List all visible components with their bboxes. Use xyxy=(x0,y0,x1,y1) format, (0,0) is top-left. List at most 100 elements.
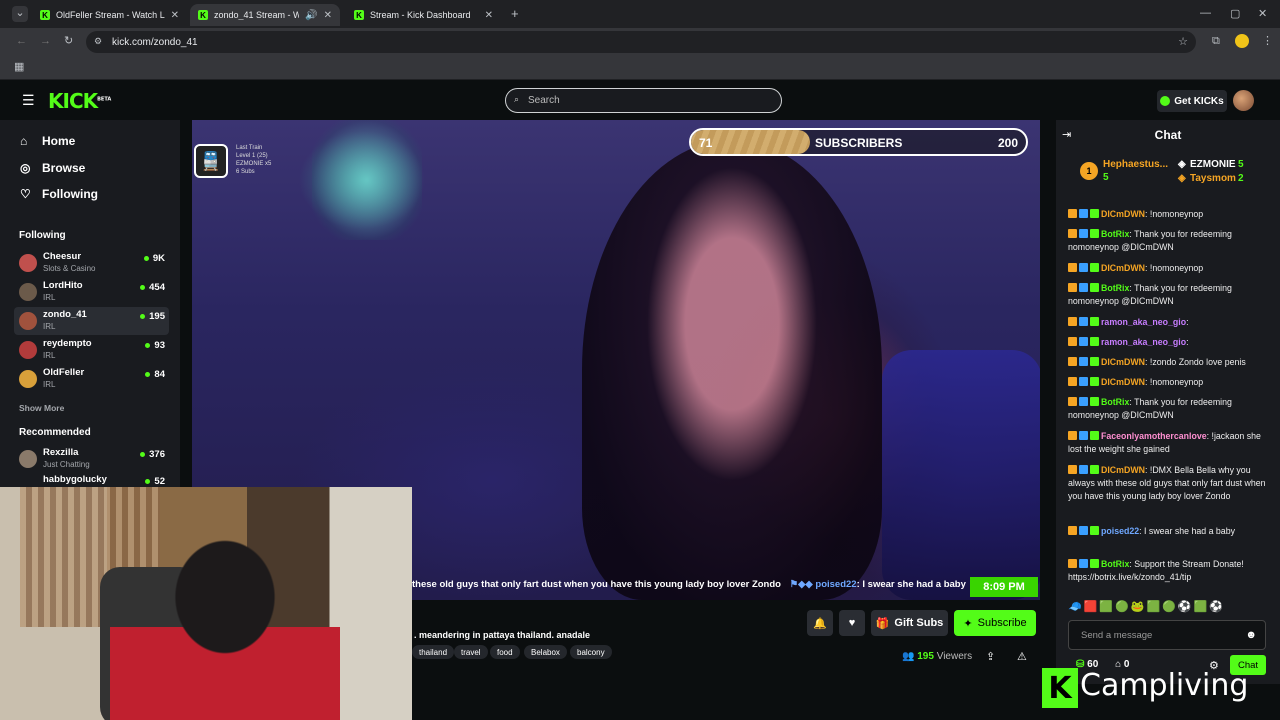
chat-badge-icon xyxy=(1090,377,1099,386)
ticker-badges-icon: ⚑◆◆ xyxy=(789,579,813,590)
subscribe-button[interactable]: ✦ Subscribe xyxy=(954,610,1036,636)
chat-username[interactable]: DICmDWN xyxy=(1101,209,1145,219)
forward-icon[interactable]: → xyxy=(40,35,51,47)
tab-search-icon[interactable]: ⌄ xyxy=(12,6,28,22)
viewer-count: 93 xyxy=(145,340,165,351)
search-input[interactable]: ⌕ Search xyxy=(505,88,782,113)
emote-icon[interactable]: 🟩 xyxy=(1099,601,1115,613)
sub-goal-target: 200 xyxy=(997,136,1018,150)
emote-icon[interactable]: ⚽ xyxy=(1209,601,1225,613)
gift-icon: ◈ xyxy=(1178,159,1186,170)
chat-text: : xyxy=(1186,337,1189,347)
heart-icon: ♡ xyxy=(20,187,31,201)
chat-username[interactable]: DICmDWN xyxy=(1101,357,1145,367)
notification-bell-button[interactable]: 🔔 xyxy=(807,610,833,636)
chat-username[interactable]: DICmDWN xyxy=(1101,263,1145,273)
get-kicks-button[interactable]: Get KICKs xyxy=(1157,90,1227,112)
site-info-icon[interactable]: ⚙ xyxy=(94,36,102,47)
hamburger-menu-icon[interactable]: ☰ xyxy=(22,92,35,109)
emote-icon[interactable]: 🟢 xyxy=(1162,601,1178,613)
profile-icon[interactable] xyxy=(1235,34,1249,48)
emote-icon[interactable]: ⚽ xyxy=(1178,601,1194,613)
chat-username[interactable]: Faceonlyamothercanlove xyxy=(1101,431,1207,441)
chat-badge-icon xyxy=(1068,431,1077,440)
share-icon[interactable]: ⇪ xyxy=(986,650,995,663)
apps-grid-icon[interactable]: ▦ xyxy=(14,60,24,73)
chat-username[interactable]: BotRix xyxy=(1101,229,1129,239)
emote-icon[interactable]: 🟥 xyxy=(1084,601,1100,613)
sidebar-channel[interactable]: reydempto IRL 93 xyxy=(14,336,169,364)
chat-text: : xyxy=(1186,317,1189,327)
close-tab-icon[interactable]: ✕ xyxy=(485,10,493,21)
chat-badge-icon xyxy=(1079,283,1088,292)
tag[interactable]: food xyxy=(490,645,520,659)
tab-title: OldFeller Stream - Watch Live o xyxy=(56,10,165,20)
tab-dashboard[interactable]: K Stream - Kick Dashboard ✕ xyxy=(346,4,501,26)
browser-tab-bar: ⌄ K OldFeller Stream - Watch Live o ✕ K … xyxy=(0,0,1280,28)
close-window-icon[interactable]: ✕ xyxy=(1258,7,1267,20)
chat-username[interactable]: DICmDWN xyxy=(1101,377,1145,387)
chat-username[interactable]: BotRix xyxy=(1101,397,1129,407)
sidebar-channel[interactable]: OldFeller IRL 84 xyxy=(14,365,169,393)
chat-input[interactable]: Send a message ☻ xyxy=(1068,620,1266,650)
tab-zondo[interactable]: K zondo_41 Stream - Watch l 🔊 ✕ xyxy=(190,4,340,26)
chat-badge-icon xyxy=(1079,559,1088,568)
back-icon[interactable]: ← xyxy=(16,35,27,47)
home-icon: ⌂ xyxy=(20,134,28,148)
maximize-icon[interactable]: ▢ xyxy=(1230,7,1240,20)
tab-title: zondo_41 Stream - Watch l xyxy=(214,10,300,20)
gift-subs-button[interactable]: 🎁 Gift Subs xyxy=(871,610,948,636)
tag[interactable]: travel xyxy=(454,645,488,659)
emote-icon[interactable]: 🐸 xyxy=(1131,601,1147,613)
chat-username[interactable]: BotRix xyxy=(1101,559,1129,569)
emote-icon[interactable]: 🟢 xyxy=(1115,601,1131,613)
chat-badge-icon xyxy=(1079,431,1088,440)
chat-username[interactable]: BotRix xyxy=(1101,283,1129,293)
show-more-link[interactable]: Show More xyxy=(19,403,64,413)
viewers-label: Viewers xyxy=(936,651,973,662)
address-bar[interactable]: ⚙ kick.com/zondo_41 ☆ xyxy=(86,31,1196,53)
search-placeholder: Search xyxy=(528,95,560,106)
reload-icon[interactable]: ↻ xyxy=(64,34,73,47)
minimize-icon[interactable]: — xyxy=(1200,7,1211,19)
sidebar-channel[interactable]: Rexzilla Just Chatting 376 xyxy=(14,445,169,473)
emote-icon[interactable]: 🟩 xyxy=(1147,601,1163,613)
chat-message: BotRix: Thank you for redeeming nomoneyn… xyxy=(1068,282,1268,308)
chat-username[interactable]: DICmDWN xyxy=(1101,465,1145,475)
gift-icon: 🎁 xyxy=(875,617,890,630)
emote-bar: 🧢🟥🟩🟢🐸🟩🟢⚽🟩⚽ xyxy=(1068,600,1225,613)
speaker-icon[interactable]: 🔊 xyxy=(305,10,317,21)
kick-logo[interactable]: KICKBETA xyxy=(48,89,111,113)
sidebar-channel-selected[interactable]: zondo_41 IRL 195 xyxy=(14,307,169,335)
chat-username[interactable]: ramon_aka_neo_gio xyxy=(1101,337,1186,347)
chat-username[interactable]: poised22 xyxy=(1101,526,1139,536)
chat-badge-icon xyxy=(1079,377,1088,386)
follow-heart-button[interactable]: ♥ xyxy=(839,610,865,636)
tag[interactable]: thailand xyxy=(412,645,455,659)
report-icon[interactable]: ⚠ xyxy=(1017,650,1027,663)
nav-home[interactable]: ⌂ Home xyxy=(20,134,75,148)
tag[interactable]: balcony xyxy=(570,645,612,659)
menu-dots-icon[interactable]: ⋮ xyxy=(1262,34,1273,47)
nav-following[interactable]: ♡ Following xyxy=(20,187,98,201)
bookmark-star-icon[interactable]: ☆ xyxy=(1178,35,1188,48)
chat-username[interactable]: ramon_aka_neo_gio xyxy=(1101,317,1186,327)
chat-badge-icon xyxy=(1068,397,1077,406)
chat-badge-icon xyxy=(1068,377,1077,386)
chat-message: BotRix: Thank you for redeeming nomoneyn… xyxy=(1068,396,1268,422)
kick-favicon: K xyxy=(40,10,50,20)
nav-browse[interactable]: ◎ Browse xyxy=(20,161,85,175)
close-tab-icon[interactable]: ✕ xyxy=(171,10,179,21)
sidebar-channel[interactable]: LordHito IRL 454 xyxy=(14,278,169,306)
close-tab-icon[interactable]: ✕ xyxy=(324,10,332,21)
sidebar-channel[interactable]: Cheesur Slots & Casino 9K xyxy=(14,249,169,277)
tab-oldfeller[interactable]: K OldFeller Stream - Watch Live o ✕ xyxy=(32,4,187,26)
extensions-icon[interactable]: ⧉ xyxy=(1212,35,1220,48)
following-heading: Following xyxy=(19,230,66,241)
emote-icon[interactable]: 🧢 xyxy=(1068,601,1084,613)
new-tab-icon[interactable]: + xyxy=(511,6,519,21)
emoji-icon[interactable]: ☻ xyxy=(1245,629,1257,641)
user-avatar[interactable] xyxy=(1233,90,1254,111)
tag[interactable]: Belabox xyxy=(524,645,567,659)
emote-icon[interactable]: 🟩 xyxy=(1194,601,1210,613)
